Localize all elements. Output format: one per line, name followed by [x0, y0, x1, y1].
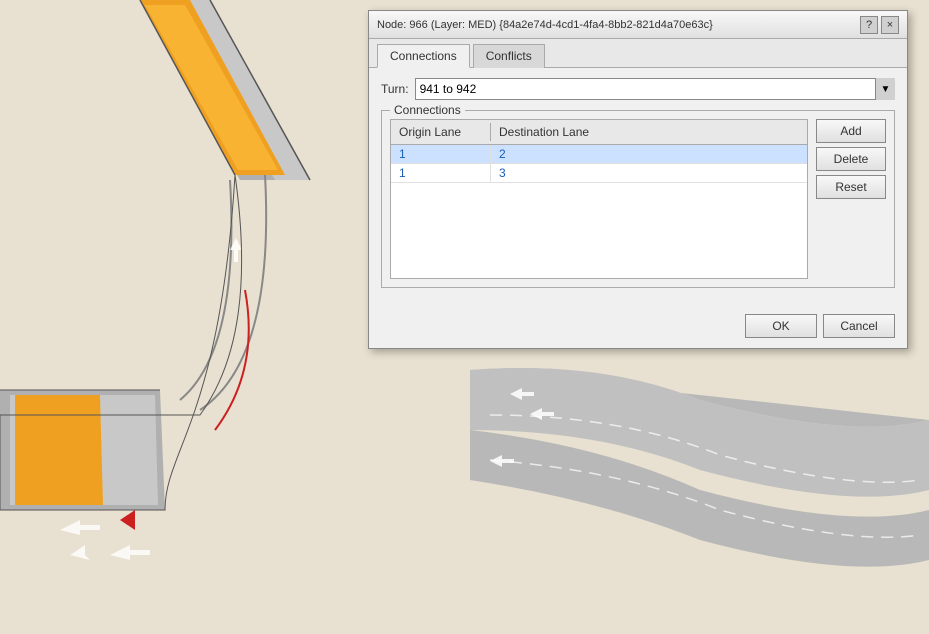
- reset-button[interactable]: Reset: [816, 175, 886, 199]
- table-row[interactable]: 1 3: [391, 164, 807, 183]
- action-buttons: Add Delete Reset: [816, 119, 886, 279]
- dialog-tabs: Connections Conflicts: [369, 39, 907, 68]
- cell-origin-2: 1: [391, 164, 491, 182]
- dialog: Node: 966 (Layer: MED) {84a2e74d-4cd1-4f…: [368, 10, 908, 349]
- connections-group-label: Connections: [390, 103, 465, 117]
- cell-origin-1: 1: [391, 145, 491, 163]
- turn-label: Turn:: [381, 82, 409, 96]
- cell-dest-1: 2: [491, 145, 807, 163]
- cancel-button[interactable]: Cancel: [823, 314, 895, 338]
- connections-table: Origin Lane Destination Lane 1 2 1 3: [390, 119, 808, 279]
- help-button[interactable]: ?: [860, 16, 878, 34]
- turn-select-wrapper: 941 to 942 ▼: [415, 78, 895, 100]
- dialog-title: Node: 966 (Layer: MED) {84a2e74d-4cd1-4f…: [377, 19, 857, 31]
- close-button[interactable]: ×: [881, 16, 899, 34]
- turn-select[interactable]: 941 to 942: [415, 78, 895, 100]
- tab-connections[interactable]: Connections: [377, 44, 470, 68]
- connections-group: Connections Origin Lane Destination Lane…: [381, 110, 895, 288]
- delete-button[interactable]: Delete: [816, 147, 886, 171]
- ok-button[interactable]: OK: [745, 314, 817, 338]
- turn-row: Turn: 941 to 942 ▼: [381, 78, 895, 100]
- dialog-body: Turn: 941 to 942 ▼ Connections Origin La…: [369, 68, 907, 308]
- connections-inner: Origin Lane Destination Lane 1 2 1 3: [390, 119, 886, 279]
- table-row[interactable]: 1 2: [391, 145, 807, 164]
- table-header: Origin Lane Destination Lane: [391, 120, 807, 145]
- cell-dest-2: 3: [491, 164, 807, 182]
- tab-conflicts[interactable]: Conflicts: [473, 44, 545, 68]
- add-button[interactable]: Add: [816, 119, 886, 143]
- dialog-footer: OK Cancel: [369, 308, 907, 348]
- dialog-titlebar: Node: 966 (Layer: MED) {84a2e74d-4cd1-4f…: [369, 11, 907, 39]
- col-dest-header: Destination Lane: [491, 123, 807, 141]
- col-origin-header: Origin Lane: [391, 123, 491, 141]
